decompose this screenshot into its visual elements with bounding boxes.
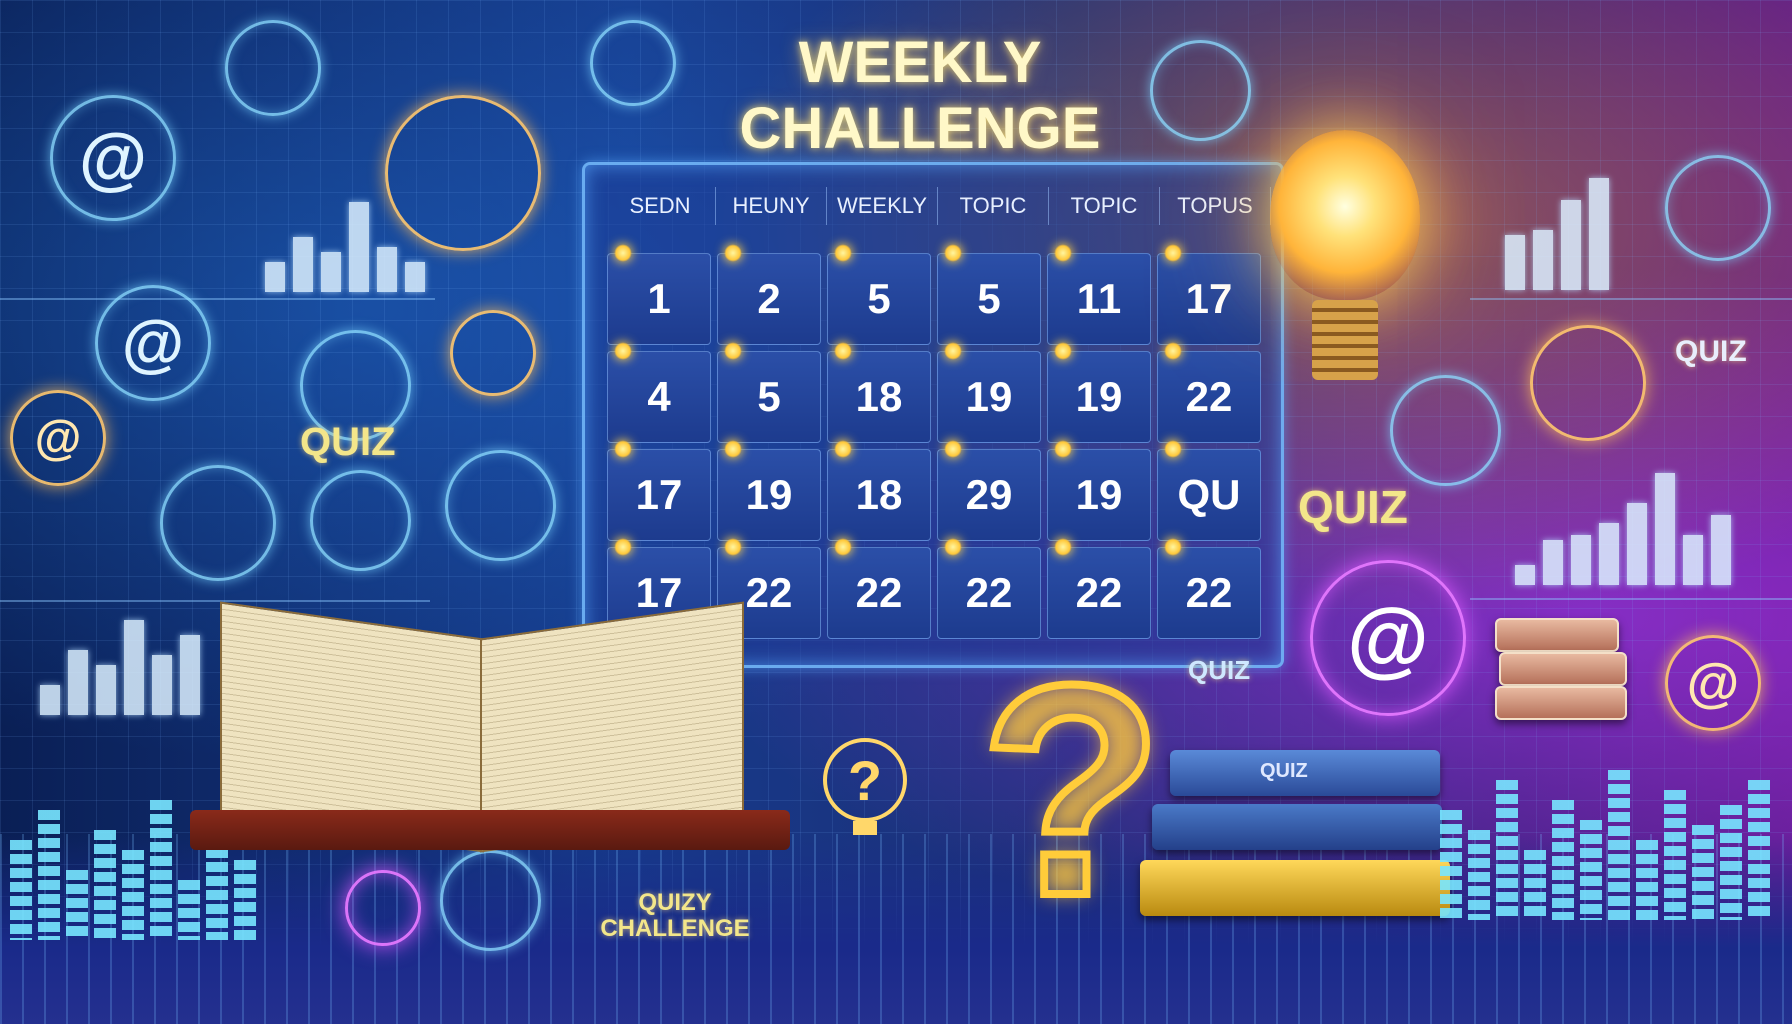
calendar-day[interactable]: 17 — [1157, 244, 1261, 345]
calendar-header-cell: HEUNY — [716, 187, 827, 225]
question-bulb-icon: ? — [823, 738, 907, 835]
divider-line — [1470, 598, 1792, 600]
sun-gear-icon — [450, 310, 536, 396]
calendar-day[interactable]: 5 — [827, 244, 931, 345]
at-icon: @ — [50, 95, 176, 221]
weekly-calendar: SEDN HEUNY WEEKLY TOPIC TOPIC TOPUS 1 2 … — [582, 162, 1284, 668]
neon-circle-icon — [345, 870, 421, 946]
compass-icon — [1530, 325, 1646, 441]
title-line-2: CHALLENGE — [739, 96, 1101, 161]
target-icon — [1665, 155, 1771, 261]
at-icon: @ — [10, 390, 106, 486]
quiz-label-right: QUIZ — [1298, 481, 1408, 533]
book — [1495, 618, 1619, 652]
calendar-day[interactable]: 11 — [1047, 244, 1151, 345]
svg-text:?: ? — [848, 749, 882, 812]
gear-icon — [1150, 40, 1251, 141]
bar-chart-icon — [40, 615, 200, 715]
globe-icon — [1390, 375, 1501, 486]
lightbulb-glass — [1270, 130, 1420, 300]
bottom-challenge-label: QUIZY CHALLENGE — [585, 890, 765, 942]
calendar-day[interactable]: 1 — [607, 244, 711, 345]
lightbulb-base — [1312, 300, 1378, 380]
bar-chart-icon — [1505, 175, 1609, 290]
calendar-day[interactable]: 19 — [1047, 342, 1151, 443]
calendar-day[interactable]: 4 — [607, 342, 711, 443]
calendar-header: SEDN HEUNY WEEKLY TOPIC TOPIC TOPUS — [605, 187, 1271, 225]
calendar-day[interactable]: 22 — [1157, 538, 1261, 639]
book-title: QUIZ — [1260, 760, 1308, 782]
bar-chart-icon — [1515, 470, 1731, 585]
calendar-day[interactable]: 18 — [827, 342, 931, 443]
book-cover — [190, 810, 790, 850]
quiz-label-far-right: QUIZ — [1675, 335, 1747, 368]
quiz-label-small: QUIZ — [1188, 655, 1251, 685]
compass-icon — [310, 470, 411, 571]
calendar-day[interactable]: 2 — [717, 244, 821, 345]
page-title: WEEKLY CHALLENGE — [690, 30, 1150, 162]
calendar-day[interactable]: 17 — [607, 440, 711, 541]
calendar-day[interactable]: 5 — [937, 244, 1041, 345]
title-line-1: WEEKLY — [798, 30, 1042, 95]
quiz-label-left: QUIZ — [300, 420, 396, 464]
book — [1495, 686, 1627, 720]
at-icon: @ — [1665, 635, 1761, 731]
network-icon — [225, 20, 321, 116]
bottom-label-line-1: QUIZY — [638, 889, 712, 916]
calendar-header-cell: TOPIC — [1049, 187, 1160, 225]
open-book-illustration — [190, 600, 790, 880]
gear-icon — [445, 450, 556, 561]
calendar-header-cell: SEDN — [605, 187, 716, 225]
calendar-day[interactable]: 29 — [937, 440, 1041, 541]
target-icon — [590, 20, 676, 106]
calendar-grid: 1 2 5 5 11 17 4 5 18 19 19 22 17 19 18 2… — [607, 244, 1261, 639]
calendar-header-cell: TOPUS — [1160, 187, 1271, 225]
bar-chart-icon — [265, 200, 425, 292]
book — [1140, 860, 1450, 916]
calendar-header-cell: TOPIC — [938, 187, 1049, 225]
calendar-day[interactable]: 22 — [827, 538, 931, 639]
equalizer-bars — [1440, 760, 1770, 920]
calendar-day[interactable]: 22 — [1157, 342, 1261, 443]
calendar-day[interactable]: 18 — [827, 440, 931, 541]
book — [1152, 804, 1442, 850]
book-stack: QUIZ — [1140, 750, 1460, 950]
calendar-day[interactable]: 19 — [1047, 440, 1151, 541]
calendar-day[interactable]: 5 — [717, 342, 821, 443]
question-mark-icon: ? — [976, 622, 1167, 958]
calendar-day[interactable]: 19 — [717, 440, 821, 541]
lightbulb-icon — [1260, 130, 1430, 410]
book: QUIZ — [1170, 750, 1440, 796]
book — [1499, 652, 1627, 686]
target-icon — [160, 465, 276, 581]
calendar-day[interactable]: QU — [1157, 440, 1261, 541]
divider-line — [0, 298, 435, 300]
small-book-stack — [1495, 618, 1635, 748]
at-icon: @ — [95, 285, 211, 401]
calendar-day[interactable]: 19 — [937, 342, 1041, 443]
divider-line — [1470, 298, 1792, 300]
bottom-label-line-2: CHALLENGE — [600, 915, 750, 942]
calendar-header-cell: WEEKLY — [827, 187, 938, 225]
at-icon: @ — [1310, 560, 1466, 716]
